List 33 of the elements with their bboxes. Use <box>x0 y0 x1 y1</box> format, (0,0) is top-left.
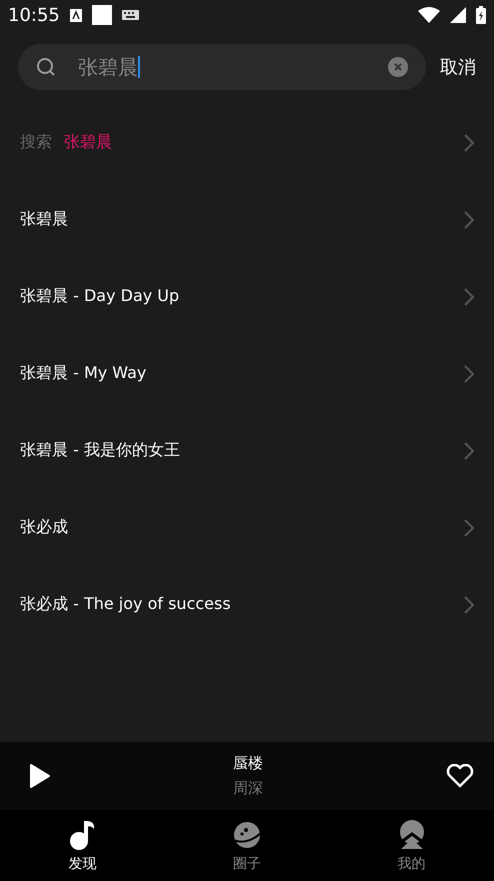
heart-icon[interactable] <box>446 764 474 788</box>
suggestion-item[interactable]: 张碧晨 <box>20 209 68 230</box>
suggestion-item[interactable]: 张碧晨 - My Way <box>20 363 146 384</box>
chevron-right-icon <box>464 134 474 152</box>
user-icon <box>398 818 426 850</box>
song-title: 蜃楼 <box>233 754 263 773</box>
search-field[interactable]: 张碧晨 <box>18 44 426 90</box>
wifi-icon <box>418 7 440 23</box>
chevron-right-icon <box>464 442 474 460</box>
signal-icon <box>450 7 466 23</box>
battery-icon <box>476 6 486 24</box>
status-time: 10:55 <box>8 4 60 26</box>
chevron-right-icon <box>464 210 474 228</box>
song-artist: 周深 <box>233 779 263 798</box>
chevron-right-icon <box>464 288 474 306</box>
play-icon[interactable] <box>30 764 50 788</box>
nav-tab[interactable]: 我的 <box>329 810 494 881</box>
chevron-right-icon <box>464 364 474 382</box>
keyboard-icon <box>122 10 139 20</box>
chevron-right-icon <box>464 596 474 614</box>
suggestion-item[interactable]: 张碧晨 - 我是你的女王 <box>20 440 180 461</box>
music-note-icon <box>68 818 96 850</box>
clear-icon[interactable] <box>388 57 408 77</box>
chevron-right-icon <box>464 518 474 536</box>
search-icon <box>36 57 56 77</box>
nav-tab[interactable]: 圈子 <box>164 810 330 881</box>
nav-tab[interactable]: 发现 <box>0 810 165 881</box>
suggestion-item[interactable]: 张必成 - The joy of success <box>20 594 231 615</box>
cancel-button[interactable]: 取消 <box>440 55 476 79</box>
search-label: 搜索 <box>20 132 52 153</box>
search-query[interactable]: 张碧晨 <box>64 132 112 153</box>
suggestion-item[interactable]: 张必成 <box>20 517 68 538</box>
suggestion-item[interactable]: 张碧晨 - Day Day Up <box>20 286 180 307</box>
